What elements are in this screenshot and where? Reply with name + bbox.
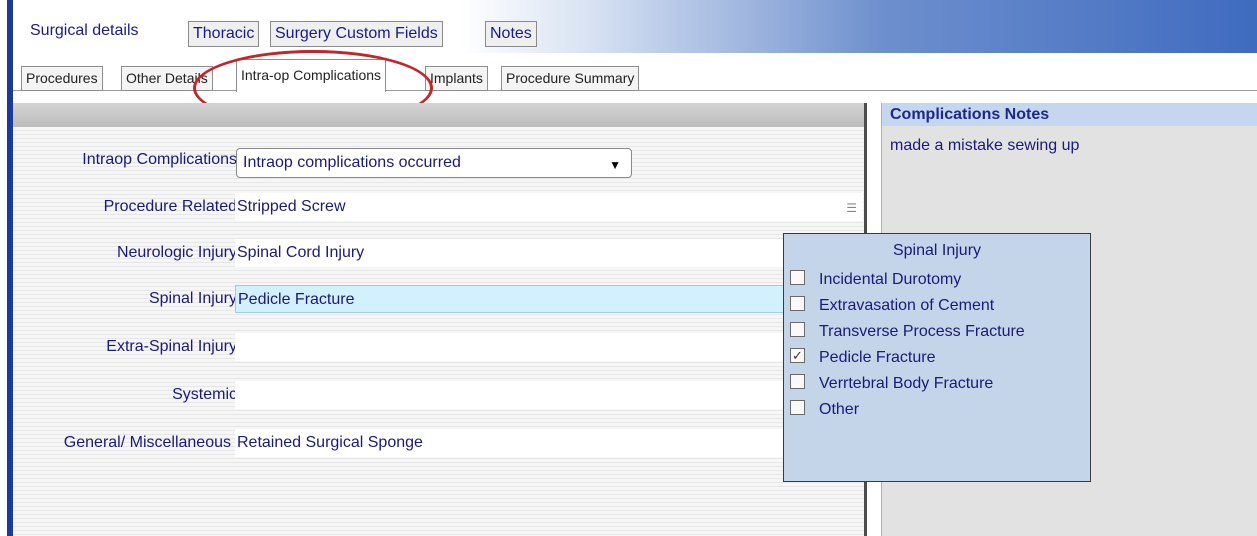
- tab-surgery-custom-fields[interactable]: Surgery Custom Fields: [270, 21, 443, 47]
- checkbox[interactable]: [790, 296, 805, 312]
- option-label: Incidental Durotomy: [819, 271, 962, 288]
- intraop-complications-value: Intraop complications occurred: [243, 154, 461, 171]
- extra-spinal-injury-label: Extra-Spinal Injury: [106, 338, 237, 355]
- systemic-field[interactable]: [235, 381, 863, 409]
- procedure-related-value: Stripped Screw: [237, 198, 346, 215]
- chevron-down-icon: ▼: [609, 158, 621, 172]
- checkbox[interactable]: [790, 400, 805, 416]
- main-tab-bar: Surgical details Thoracic Surgery Custom…: [13, 0, 1257, 53]
- option-label: Verrtebral Body Fracture: [819, 375, 994, 392]
- neurologic-injury-value: Spinal Cord Injury: [237, 244, 365, 261]
- notes-text[interactable]: made a mistake sewing up: [890, 137, 1079, 155]
- procedure-related-label: Procedure Related: [103, 198, 237, 215]
- checkbox[interactable]: [790, 322, 805, 338]
- subtab-implants[interactable]: Implants: [425, 66, 488, 91]
- option-pedicle-fracture[interactable]: ✓ Pedicle Fracture: [790, 348, 936, 370]
- procedure-related-field[interactable]: Stripped Screw ☰: [235, 193, 863, 221]
- option-transverse-process-fracture[interactable]: Transverse Process Fracture: [790, 322, 1025, 344]
- spinal-injury-label: Spinal Injury: [148, 290, 237, 307]
- tab-notes[interactable]: Notes: [485, 21, 537, 47]
- panel-header: [13, 103, 864, 127]
- sub-tab-bar: Procedures Other Details Intra-op Compli…: [13, 53, 1257, 92]
- general-miscellaneous-field[interactable]: Retained Surgical Sponge: [235, 429, 863, 457]
- intraop-complications-select[interactable]: Intraop complications occurred ▼: [236, 148, 632, 178]
- checkbox[interactable]: [790, 374, 805, 390]
- subtab-intra-op-complications[interactable]: Intra-op Complications: [236, 59, 387, 92]
- option-label: Extravasation of Cement: [819, 297, 995, 314]
- option-incidental-durotomy[interactable]: Incidental Durotomy: [790, 270, 961, 292]
- notes-header: Complications Notes: [882, 103, 1257, 126]
- general-miscellaneous-label: General/ Miscellaneous: [63, 434, 231, 451]
- subtab-procedure-summary[interactable]: Procedure Summary: [501, 66, 640, 91]
- checkbox[interactable]: [790, 270, 805, 286]
- neurologic-injury-field[interactable]: Spinal Cord Injury: [235, 239, 863, 267]
- spinal-injury-value: Pedicle Fracture: [238, 291, 355, 308]
- neurologic-injury-label: Neurologic Injury: [116, 244, 237, 261]
- option-other[interactable]: Other: [790, 400, 859, 422]
- subtab-other-details[interactable]: Other Details: [121, 66, 213, 91]
- option-label: Transverse Process Fracture: [819, 323, 1025, 340]
- general-miscellaneous-value: Retained Surgical Sponge: [237, 434, 423, 451]
- option-extravasation-of-cement[interactable]: Extravasation of Cement: [790, 296, 994, 318]
- extra-spinal-injury-field[interactable]: [235, 333, 863, 361]
- option-label: Other: [819, 401, 860, 418]
- list-icon[interactable]: ☰: [846, 198, 857, 218]
- tab-thoracic[interactable]: Thoracic: [188, 21, 260, 47]
- option-label: Pedicle Fracture: [819, 349, 936, 366]
- tab-surgical-details[interactable]: Surgical details: [26, 14, 143, 48]
- popup-title: Spinal Injury: [892, 242, 982, 259]
- subtab-procedures[interactable]: Procedures: [21, 66, 103, 91]
- checkbox-checked[interactable]: ✓: [790, 348, 805, 364]
- intraop-complications-label: Intraop Complications: [82, 151, 237, 168]
- spinal-injury-field[interactable]: Pedicle Fracture: [235, 285, 863, 313]
- systemic-label: Systemic: [172, 386, 237, 403]
- spinal-injury-popup: Spinal Injury Incidental Durotomy Extrav…: [783, 233, 1091, 482]
- option-vertebral-body-fracture[interactable]: Verrtebral Body Fracture: [790, 374, 993, 396]
- complications-form-panel: Intraop Complications Intraop complicati…: [13, 103, 867, 536]
